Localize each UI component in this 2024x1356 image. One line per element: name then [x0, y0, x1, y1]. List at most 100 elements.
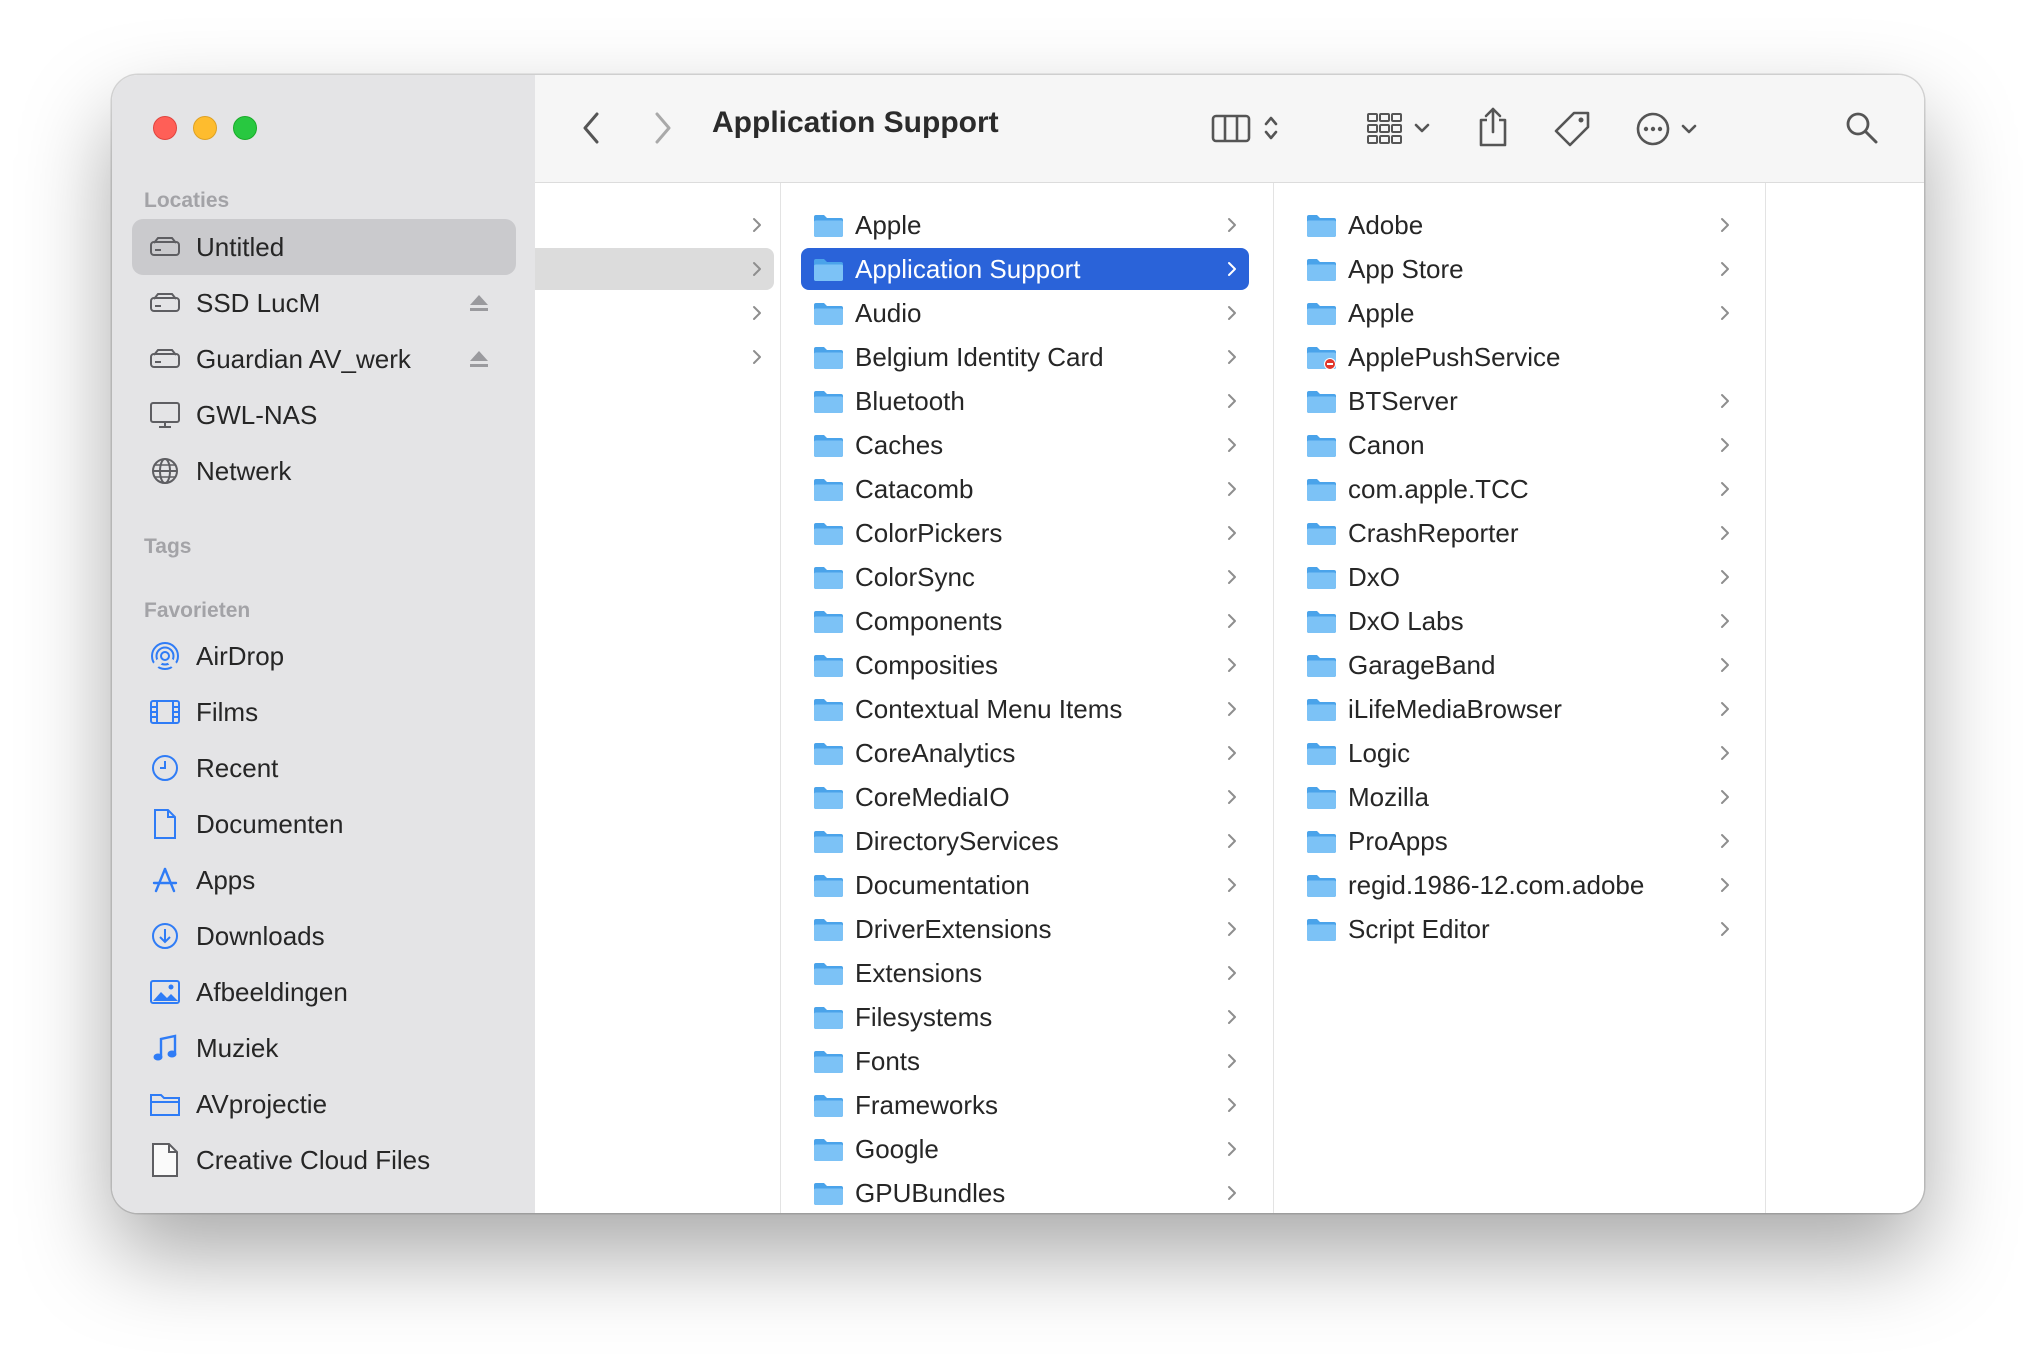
- view-options-button[interactable]: [1200, 105, 1290, 151]
- folder-icon: [814, 390, 843, 413]
- column-4[interactable]: [1766, 183, 1924, 1213]
- column-1[interactable]: [535, 183, 781, 1213]
- folder-row[interactable]: BTServer: [1294, 380, 1742, 422]
- folder-icon: [814, 1182, 843, 1205]
- folder-row[interactable]: Mozilla: [1294, 776, 1742, 818]
- folder-row[interactable]: Belgium Identity Card: [801, 336, 1249, 378]
- sidebar-item-ssd-lucm[interactable]: SSD LucM: [132, 275, 516, 331]
- folder-row[interactable]: ApplePushService: [1294, 336, 1742, 378]
- column-row[interactable]: [535, 248, 774, 290]
- folder-row[interactable]: Extensions: [801, 952, 1249, 994]
- share-button[interactable]: [1471, 101, 1515, 153]
- folder-row[interactable]: Filesystems: [801, 996, 1249, 1038]
- folder-row[interactable]: Canon: [1294, 424, 1742, 466]
- group-button[interactable]: [1357, 105, 1439, 151]
- folder-row[interactable]: CrashReporter: [1294, 512, 1742, 554]
- folder-row[interactable]: Components: [801, 600, 1249, 642]
- minimize-button[interactable]: [193, 116, 217, 140]
- sidebar-item-untitled[interactable]: Untitled: [132, 219, 516, 275]
- sidebar-item-apps[interactable]: Apps: [132, 852, 516, 908]
- folder-row[interactable]: ColorSync: [801, 556, 1249, 598]
- folder-row[interactable]: GarageBand: [1294, 644, 1742, 686]
- folder-row[interactable]: DirectoryServices: [801, 820, 1249, 862]
- more-actions-button[interactable]: [1628, 105, 1704, 153]
- folder-row[interactable]: Google: [801, 1128, 1249, 1170]
- folder-row[interactable]: Fonts: [801, 1040, 1249, 1082]
- chevron-right-icon: [1228, 702, 1236, 716]
- column-row[interactable]: [535, 204, 774, 246]
- folder-row[interactable]: CoreAnalytics: [801, 732, 1249, 774]
- folder-row[interactable]: Application Support: [801, 248, 1249, 290]
- document-icon: [148, 807, 182, 841]
- folder-row[interactable]: Caches: [801, 424, 1249, 466]
- tag-button[interactable]: [1548, 105, 1596, 153]
- folder-row[interactable]: ProApps: [1294, 820, 1742, 862]
- folder-row[interactable]: Apple: [801, 204, 1249, 246]
- folder-row[interactable]: Composities: [801, 644, 1249, 686]
- folder-row[interactable]: ColorPickers: [801, 512, 1249, 554]
- search-button[interactable]: [1839, 105, 1885, 151]
- sidebar-item-guardian-av-werk[interactable]: Guardian AV_werk: [132, 331, 516, 387]
- back-button[interactable]: [571, 106, 611, 150]
- folder-row[interactable]: GPUBundles: [801, 1172, 1249, 1213]
- sidebar-item-label: Films: [196, 696, 259, 727]
- toolbar: Application Support: [535, 75, 1924, 183]
- sidebar-item-films[interactable]: Films: [132, 684, 516, 740]
- sidebar-heading-favorieten[interactable]: Favorieten: [144, 599, 250, 623]
- folder-icon: [1307, 258, 1336, 281]
- column-row[interactable]: [535, 292, 774, 334]
- chevron-right-icon: [1228, 438, 1236, 452]
- folder-icon: [814, 522, 843, 545]
- folder-row[interactable]: DxO Labs: [1294, 600, 1742, 642]
- folder-row[interactable]: Audio: [801, 292, 1249, 334]
- sidebar-item-gwl-nas[interactable]: GWL-NAS: [132, 387, 516, 443]
- folder-row[interactable]: Frameworks: [801, 1084, 1249, 1126]
- column-3[interactable]: Adobe App Store Apple ApplePushService BTSer…: [1274, 183, 1766, 1213]
- folder-row[interactable]: Contextual Menu Items: [801, 688, 1249, 730]
- folder-row[interactable]: Catacomb: [801, 468, 1249, 510]
- folder-row[interactable]: DriverExtensions: [801, 908, 1249, 950]
- folder-row[interactable]: com.apple.TCC: [1294, 468, 1742, 510]
- chevron-right-icon: [1721, 834, 1729, 848]
- folder-row[interactable]: Documentation: [801, 864, 1249, 906]
- eject-icon[interactable]: [468, 348, 490, 370]
- sidebar-item-muziek[interactable]: Muziek: [132, 1020, 516, 1076]
- folder-row[interactable]: regid.1986-12.com.adobe: [1294, 864, 1742, 906]
- eject-icon[interactable]: [468, 292, 490, 314]
- folder-name: ColorSync: [855, 561, 975, 592]
- column-2[interactable]: Apple Application Support Audio Belgium Ide…: [781, 183, 1274, 1213]
- sidebar-item-label: Downloads: [196, 920, 325, 951]
- sidebar-item-recent[interactable]: Recent: [132, 740, 516, 796]
- folder-row[interactable]: Adobe: [1294, 204, 1742, 246]
- folder-name: Catacomb: [855, 473, 974, 504]
- close-button[interactable]: [153, 116, 177, 140]
- sidebar-item-downloads[interactable]: Downloads: [132, 908, 516, 964]
- sidebar-item-afbeeldingen[interactable]: Afbeeldingen: [132, 964, 516, 1020]
- sidebar-heading-tags[interactable]: Tags: [144, 535, 191, 559]
- folder-name: Contextual Menu Items: [855, 693, 1123, 724]
- sidebar-item-creative-cloud-files[interactable]: Creative Cloud Files: [132, 1132, 516, 1188]
- folder-name: Adobe: [1348, 209, 1424, 240]
- more-icon: [1636, 112, 1670, 146]
- sidebar-item-documenten[interactable]: Documenten: [132, 796, 516, 852]
- sidebar-item-avprojectie[interactable]: AVprojectie: [132, 1076, 516, 1132]
- zoom-button[interactable]: [233, 116, 257, 140]
- folder-row[interactable]: Apple: [1294, 292, 1742, 334]
- folder-row[interactable]: App Store: [1294, 248, 1742, 290]
- chevron-right-icon: [1228, 878, 1236, 892]
- folder-icon: [1307, 610, 1336, 633]
- folder-row[interactable]: DxO: [1294, 556, 1742, 598]
- folder-row[interactable]: iLifeMediaBrowser: [1294, 688, 1742, 730]
- column-row[interactable]: [535, 336, 774, 378]
- forward-button[interactable]: [643, 106, 683, 150]
- folder-name: GarageBand: [1348, 649, 1496, 680]
- sidebar-item-airdrop[interactable]: AirDrop: [132, 628, 516, 684]
- folder-row[interactable]: Script Editor: [1294, 908, 1742, 950]
- chevron-right-icon: [1721, 922, 1729, 936]
- sidebar-item-netwerk[interactable]: Netwerk: [132, 443, 516, 499]
- folder-row[interactable]: CoreMediaIO: [801, 776, 1249, 818]
- folder-icon: [814, 258, 843, 281]
- folder-row[interactable]: Bluetooth: [801, 380, 1249, 422]
- folder-row[interactable]: Logic: [1294, 732, 1742, 774]
- folder-name: Composities: [855, 649, 999, 680]
